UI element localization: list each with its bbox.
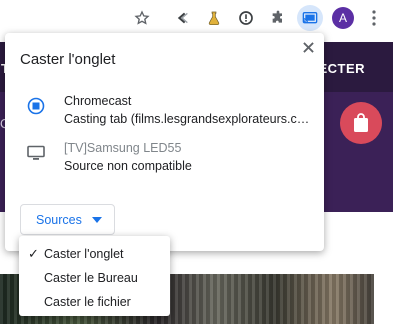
browser-toolbar: A (0, 0, 393, 36)
menu-item-label: Caster l'onglet (44, 247, 124, 261)
sources-label: Sources (36, 212, 82, 227)
sink-status: Source non compatible (64, 159, 192, 173)
extension-c-icon[interactable] (171, 7, 193, 29)
cast-dialog: Caster l'onglet Chromecast Casting tab (… (5, 33, 324, 251)
close-icon[interactable] (299, 38, 317, 56)
avatar-initial: A (338, 11, 347, 25)
cast-connected-icon (27, 97, 45, 115)
shopping-bag-icon[interactable] (340, 102, 382, 144)
kebab-menu-icon[interactable] (363, 7, 385, 29)
sink-name: [TV]Samsung LED55 (64, 141, 182, 155)
puzzle-icon[interactable] (267, 7, 289, 29)
sources-button[interactable]: Sources (20, 204, 115, 235)
chevron-down-icon (91, 216, 102, 223)
info-alert-icon[interactable] (235, 7, 257, 29)
avatar[interactable]: A (332, 7, 354, 29)
star-icon[interactable] (131, 7, 153, 29)
dialog-title: Caster l'onglet (20, 51, 116, 68)
site-page-margin (374, 274, 393, 324)
monitor-icon (27, 144, 45, 162)
menu-item-label: Caster le Bureau (44, 271, 138, 285)
sink-status: Casting tab (films.lesgrandsexplorateurs… (64, 112, 312, 126)
checkmark-icon: ✓ (28, 246, 39, 261)
menu-item-cast-tab[interactable]: ✓ Caster l'onglet (19, 242, 170, 266)
sink-samsung-tv: [TV]Samsung LED55 Source non compatible (5, 141, 324, 187)
sink-name: Chromecast (64, 94, 132, 108)
flask-icon[interactable] (203, 7, 225, 29)
sink-chromecast[interactable]: Chromecast Casting tab (films.lesgrandse… (5, 94, 324, 140)
menu-item-cast-file[interactable]: Caster le fichier (19, 290, 170, 314)
menu-item-cast-desktop[interactable]: Caster le Bureau (19, 266, 170, 290)
site-nav-connect-link[interactable]: ECTER (318, 61, 365, 76)
menu-item-label: Caster le fichier (44, 295, 131, 309)
sources-menu: ✓ Caster l'onglet Caster le Bureau Caste… (19, 236, 170, 316)
cast-icon[interactable] (297, 5, 323, 31)
